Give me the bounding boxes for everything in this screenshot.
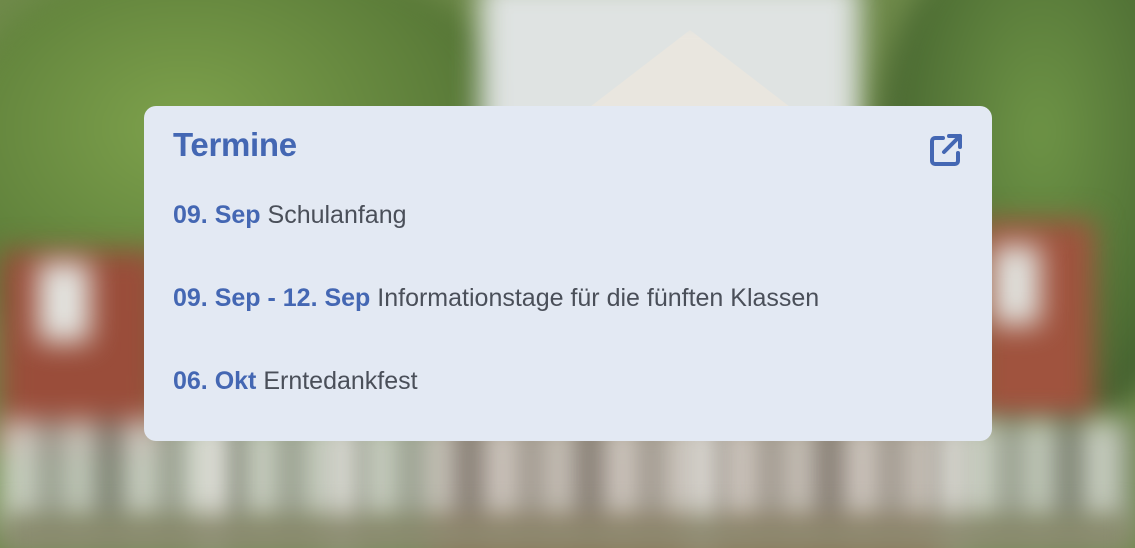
event-date: 09. Sep - 12. Sep xyxy=(173,284,371,312)
event-name: Erntedankfest xyxy=(263,367,418,395)
event-item[interactable]: 09. Sep Schulanfang xyxy=(173,201,407,230)
background-ground xyxy=(0,515,1135,548)
background-window-left xyxy=(38,262,90,342)
event-item[interactable]: 09. Sep - 12. Sep Informationstage für d… xyxy=(173,284,819,313)
event-name: Informationstage für die fünften Klassen xyxy=(377,284,820,312)
background-window-right xyxy=(992,245,1040,325)
open-calendar-button[interactable] xyxy=(927,131,965,169)
events-widget: Termine 09. Sep Schulanfang 09. Sep - 12… xyxy=(144,106,992,441)
event-date: 09. Sep xyxy=(173,201,261,229)
event-item[interactable]: 06. Okt Erntedankfest xyxy=(173,367,418,396)
widget-title: Termine xyxy=(173,126,297,163)
event-date: 06. Okt xyxy=(173,367,257,395)
external-link-icon xyxy=(930,134,962,166)
event-name: Schulanfang xyxy=(267,201,407,229)
